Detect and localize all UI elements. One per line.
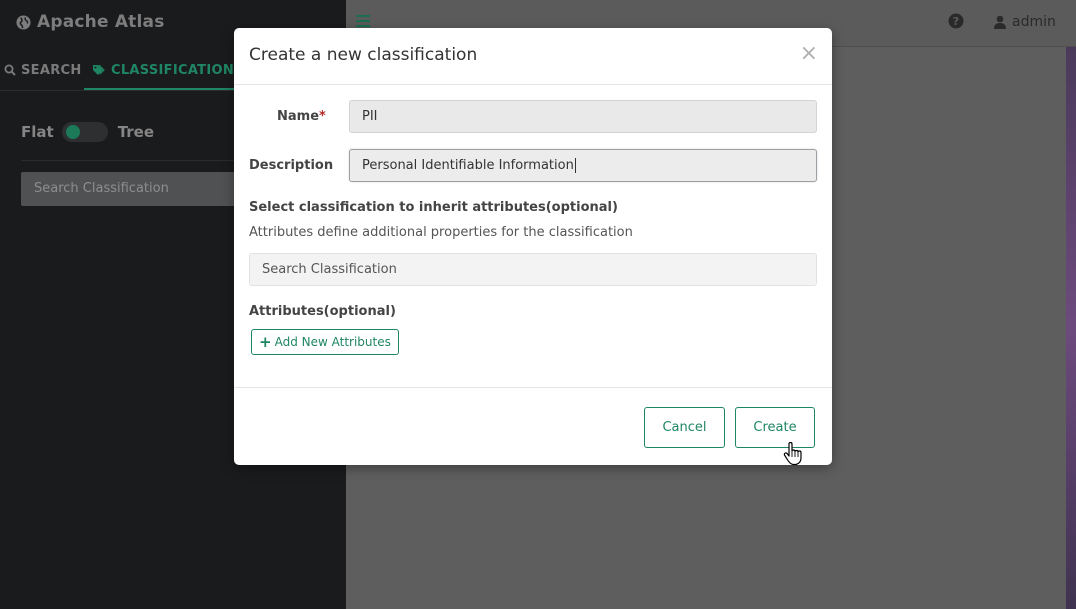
view-toggle: Flat Tree [21, 120, 154, 144]
description-value: Personal Identifiable Information [362, 158, 574, 173]
svg-text:?: ? [953, 15, 959, 28]
tab-search-label: SEARCH [21, 62, 82, 78]
hand-cursor-icon [783, 442, 802, 466]
switch-knob [65, 125, 80, 139]
modal-title: Create a new classification [249, 45, 478, 65]
attributes-title: Attributes(optional) [249, 304, 396, 319]
globe-icon [16, 14, 31, 30]
inherit-search-input[interactable]: Search Classification [249, 253, 817, 286]
search-icon [4, 64, 16, 76]
toggle-tree-label: Tree [117, 123, 155, 141]
footer-divider [234, 387, 832, 388]
create-classification-modal: Create a new classification × Name* PII … [234, 28, 832, 465]
inherit-title: Select classification to inherit attribu… [249, 200, 618, 215]
close-icon[interactable]: × [800, 43, 818, 65]
user-icon [994, 15, 1006, 29]
background-strip [1066, 47, 1076, 609]
user-name: admin [1012, 14, 1056, 30]
name-label: Name* [277, 109, 326, 124]
brand[interactable]: Apache Atlas [16, 10, 165, 34]
tab-classification-label: CLASSIFICATION [111, 62, 235, 78]
description-field[interactable]: Personal Identifiable Information [349, 149, 817, 182]
help-icon[interactable]: ? [948, 13, 964, 29]
toggle-flat-label: Flat [21, 123, 54, 141]
tab-search[interactable]: SEARCH [4, 52, 82, 88]
menu-icon[interactable] [356, 15, 370, 27]
tab-classification[interactable]: CLASSIFICATION [84, 52, 243, 90]
add-attributes-button[interactable]: + Add New Attributes [251, 329, 399, 355]
description-label: Description [249, 158, 334, 173]
modal-header: Create a new classification × [234, 28, 832, 85]
add-attributes-label: Add New Attributes [274, 335, 391, 349]
text-caret [574, 158, 576, 173]
cancel-button[interactable]: Cancel [644, 407, 725, 448]
user-menu[interactable]: admin [994, 12, 1056, 32]
inherit-help-text: Attributes define additional properties … [249, 225, 633, 240]
create-button[interactable]: Create [735, 407, 815, 448]
name-label-text: Name [277, 109, 320, 124]
tag-icon [93, 64, 105, 75]
required-mark: * [319, 109, 326, 124]
plus-icon: + [259, 333, 272, 351]
flat-tree-switch[interactable] [61, 122, 108, 142]
app-title: Apache Atlas [37, 12, 165, 32]
name-field[interactable]: PII [349, 100, 817, 133]
